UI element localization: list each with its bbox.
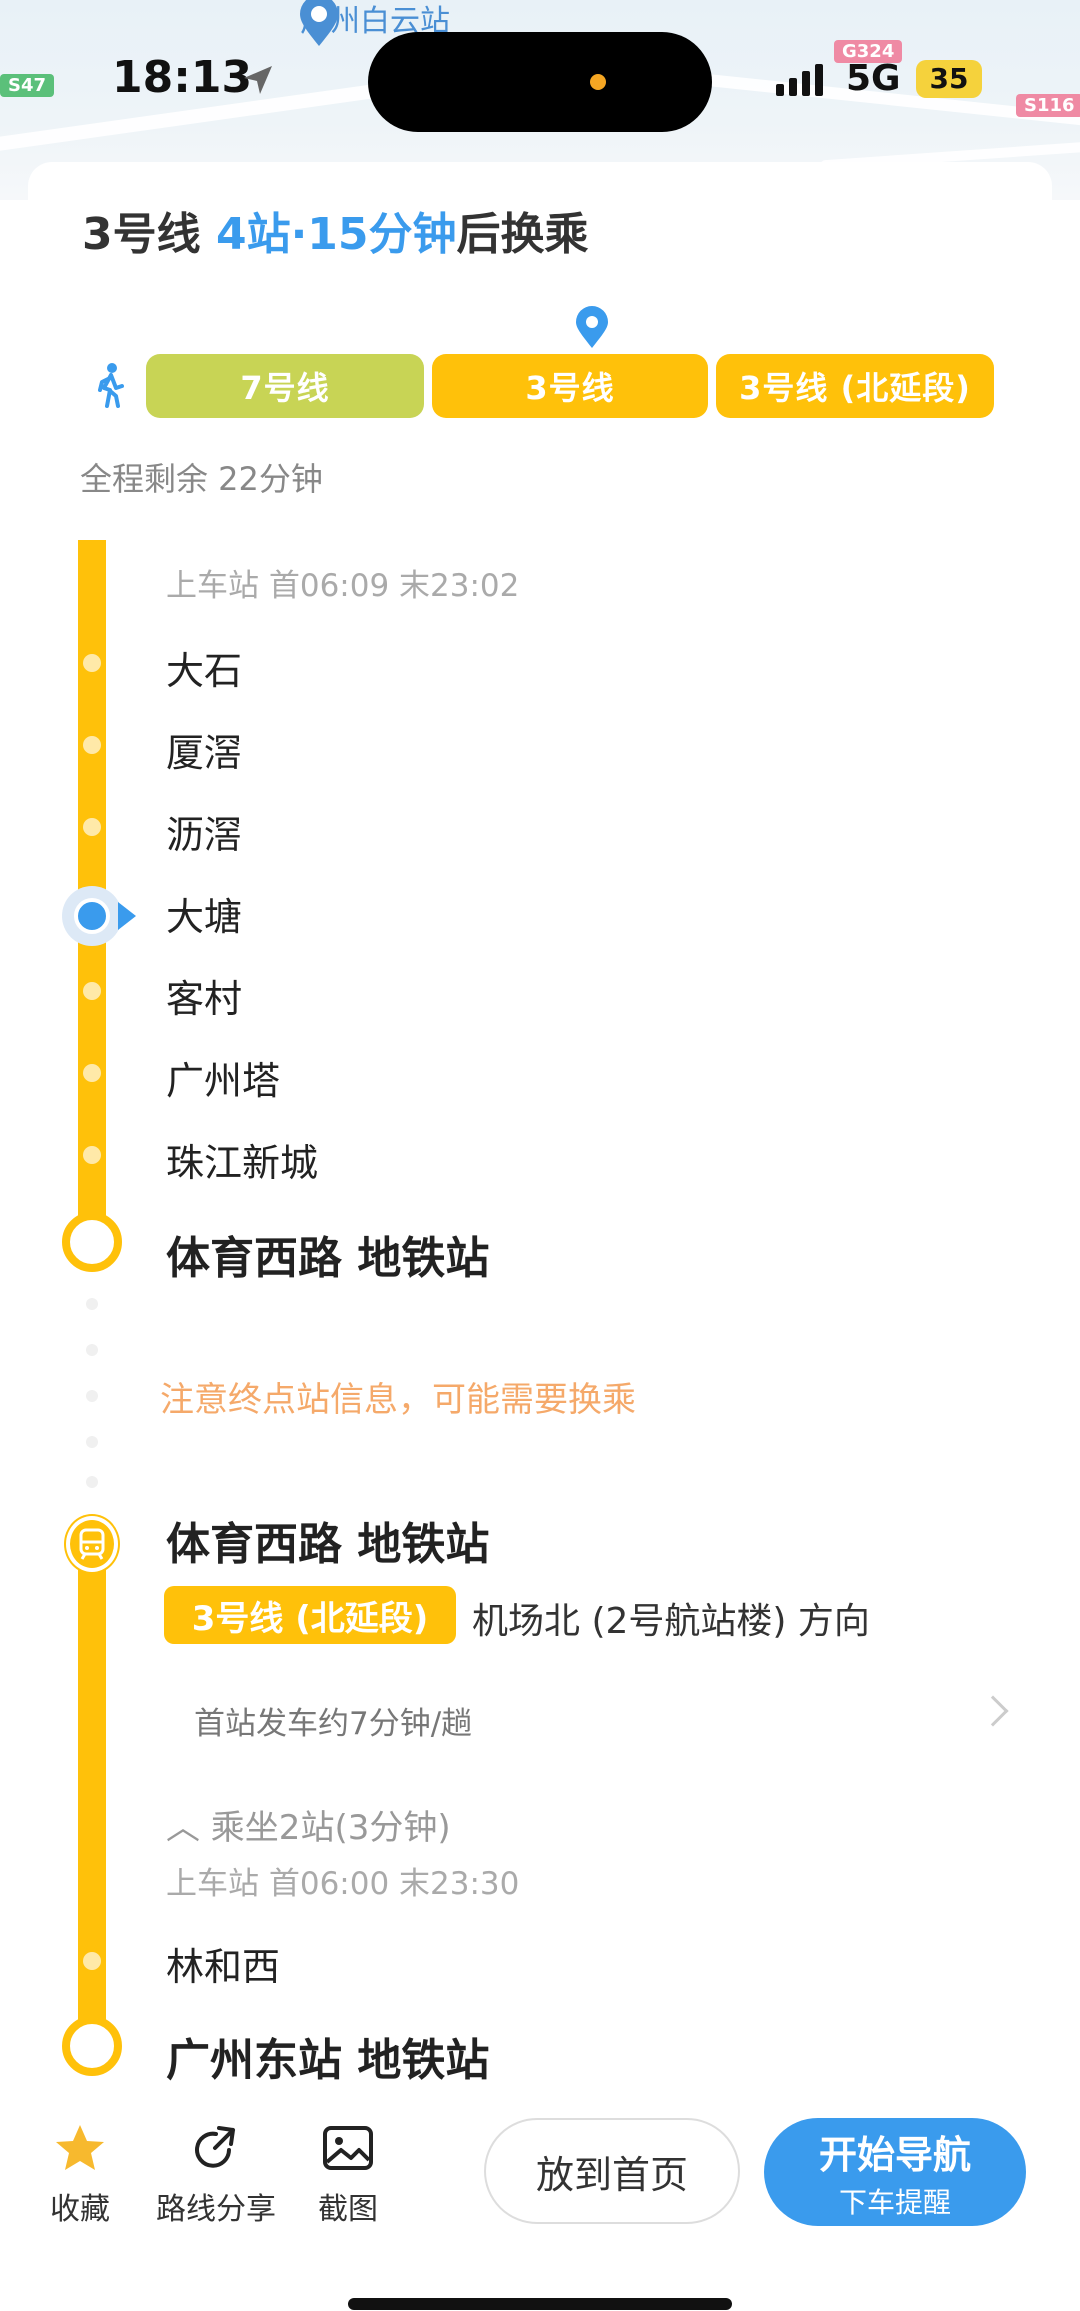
stop-name: 大石 xyxy=(166,649,243,693)
segment-line-3-north[interactable]: 3号线 (北延段) xyxy=(716,354,994,418)
favorite-label: 收藏 xyxy=(50,2192,110,2227)
stop-dot xyxy=(83,982,101,1000)
current-position-pin-icon xyxy=(576,306,608,348)
island-indicator-dot xyxy=(590,74,606,90)
image-icon xyxy=(323,2126,373,2170)
stop-dot xyxy=(83,818,101,836)
dynamic-island xyxy=(368,32,712,132)
summary-minutes: 15分钟 xyxy=(307,209,457,260)
status-bar: 18:13 5G 35 xyxy=(0,0,1080,150)
transfer-dot xyxy=(86,1436,98,1448)
leg2-direction: 机场北 (2号航站楼) 方向 xyxy=(472,1601,870,1642)
leg1-terminal: 体育西路 地铁站 xyxy=(166,1233,490,1284)
terminal-notice: 注意终点站信息，可能需要换乘 xyxy=(160,1380,636,1420)
current-location-marker xyxy=(62,886,122,946)
location-arrow-icon xyxy=(244,66,272,94)
stop-dot xyxy=(83,654,101,672)
share-route-button[interactable]: 路线分享 xyxy=(156,2122,276,2228)
transfer-dot xyxy=(86,1476,98,1488)
stop-name: 客村 xyxy=(166,977,243,1021)
segment-line-3[interactable]: 3号线 xyxy=(432,354,708,418)
star-icon xyxy=(56,2125,104,2170)
alight-reminder-label: 下车提醒 xyxy=(838,2185,951,2219)
status-time: 18:13 xyxy=(112,52,253,103)
start-navigation-label: 开始导航 xyxy=(818,2132,971,2177)
network-type: 5G xyxy=(846,58,901,99)
start-navigation-button[interactable]: 开始导航 下车提醒 xyxy=(764,2118,1026,2226)
summary-suffix: 后换乘 xyxy=(456,209,589,260)
leg2-frequency[interactable]: 首站发车约7分钟/趟 xyxy=(194,1698,472,1743)
stop-name: 厦滘 xyxy=(166,731,243,775)
share-label: 路线分享 xyxy=(156,2192,276,2227)
current-direction-arrow-icon xyxy=(118,902,136,930)
stop-name: 沥滘 xyxy=(166,813,243,857)
share-icon xyxy=(195,2126,235,2168)
terminal-station-ring xyxy=(62,1212,122,1272)
home-indicator[interactable] xyxy=(348,2298,732,2310)
remaining-time: 全程剩余 22分钟 xyxy=(80,460,323,498)
leg2-ride-toggle[interactable]: ︿ 乘坐2站(3分钟) xyxy=(166,1800,451,1849)
cellular-signal-icon xyxy=(776,62,823,96)
leg2-board-times: 上车站 首06:00 末23:30 xyxy=(166,1866,520,1902)
line-badge-3-north: 3号线 (北延段) xyxy=(164,1586,456,1644)
leg2-board-station[interactable]: 体育西路 地铁站 xyxy=(166,1508,489,1572)
add-to-home-button[interactable]: 放到首页 xyxy=(484,2118,740,2224)
stop-dot xyxy=(83,1146,101,1164)
stop-name: 广州塔 xyxy=(166,1059,281,1103)
segment-line-7[interactable]: 7号线 xyxy=(146,354,424,418)
stop-dot xyxy=(83,736,101,754)
walk-icon xyxy=(98,363,124,408)
transfer-dot xyxy=(86,1298,98,1310)
summary-separator: · xyxy=(290,209,308,260)
summary-line: 3号线 xyxy=(82,209,201,260)
screenshot-button[interactable]: 截图 xyxy=(318,2122,378,2228)
battery-indicator: 35 xyxy=(916,60,982,98)
route-summary-title: 3号线 4站·15分钟后换乘 xyxy=(82,198,589,262)
leg2-terminal: 广州东站 地铁站 xyxy=(166,2035,490,2086)
stop-name: 珠江新城 xyxy=(166,1141,319,1185)
transfer-dot xyxy=(86,1344,98,1356)
stop-name: 林和西 xyxy=(166,1945,281,1989)
stop-dot xyxy=(83,1064,101,1082)
chevron-right-icon[interactable] xyxy=(977,1695,1009,1727)
stop-dot xyxy=(83,1952,101,1970)
transfer-dot xyxy=(86,1390,98,1402)
metro-train-icon xyxy=(66,1516,118,1572)
favorite-button[interactable]: 收藏 xyxy=(50,2122,110,2228)
summary-stops: 4站 xyxy=(215,209,291,260)
stop-name-current: 大塘 xyxy=(166,895,243,939)
terminal-station-ring xyxy=(62,2016,122,2076)
screenshot-label: 截图 xyxy=(318,2192,378,2227)
leg1-board-times: 上车站 首06:09 末23:02 xyxy=(166,568,520,604)
